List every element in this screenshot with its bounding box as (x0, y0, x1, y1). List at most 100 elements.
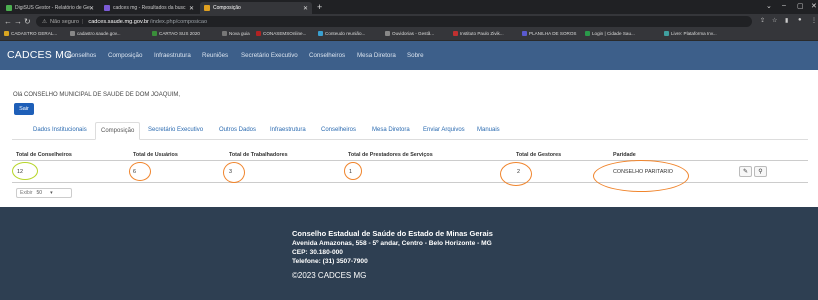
new-tab-icon[interactable]: + (317, 2, 322, 12)
bookmark-label: cadastro.saude.gov... (77, 31, 121, 36)
bookmark-label: CARTAO SUS 2020 (159, 31, 200, 36)
nav-link-secretario[interactable]: Secretário Executivo (241, 52, 298, 59)
window-close-icon[interactable]: ✕ (811, 2, 817, 10)
edit-icon: ✎ (742, 169, 749, 175)
table-row-divider (12, 182, 808, 183)
column-header-usuarios: Total de Usuários (133, 152, 178, 158)
bookmark-label: CADASTRO GERAL... (11, 31, 58, 36)
tab-conselheiros[interactable]: Conselheiros (321, 127, 356, 133)
sidepanel-icon[interactable]: ▮ (785, 17, 788, 24)
address-bar: ← → ↻ ⚠ Não seguro | cadces.saude.mg.gov… (0, 14, 818, 29)
annotation-circle (129, 162, 151, 181)
edit-button[interactable]: ✎ (739, 166, 752, 177)
nav-link-mesa-diretora[interactable]: Mesa Diretora (357, 52, 396, 59)
tab-enviar-arquivos[interactable]: Enviar Arquivos (423, 127, 465, 133)
tab-infraestrutura[interactable]: Infraestrutura (270, 127, 306, 133)
bookmark-item[interactable]: CONASEMSOnline... (256, 31, 306, 36)
page-size-value: 50 (36, 190, 43, 196)
bookmark-item[interactable]: Livre: Plataforma Inv... (664, 31, 717, 36)
menu-icon[interactable]: ⋮ (811, 17, 817, 24)
minimize-icon[interactable]: – (782, 2, 786, 9)
nav-link-reunioes[interactable]: Reuniões (202, 52, 228, 59)
tab-dados-institucionais[interactable]: Dados Institucionais (33, 127, 87, 133)
brand-logo[interactable]: CADCES MG (7, 49, 72, 61)
column-header-conselheiros: Total de Conselheiros (16, 152, 72, 158)
footer-cep: CEP: 30.180-000 (292, 249, 343, 256)
annotation-circle (344, 162, 362, 180)
browser-tab-digisus[interactable]: DigiSUS Gestor - Relatório de Ge ✕ (2, 2, 98, 14)
site-icon (256, 31, 261, 36)
nav-link-composicao[interactable]: Composição (108, 52, 142, 59)
bookmark-label: Livre: Plataforma Inv... (671, 31, 717, 36)
globe-icon (222, 31, 227, 36)
card-icon (152, 31, 157, 36)
page-favicon-icon (204, 5, 210, 11)
close-icon[interactable]: ✕ (303, 5, 308, 12)
bookmark-label: PLANILHA DE SOROS (529, 31, 577, 36)
warning-icon: ⚠ (42, 18, 48, 25)
bookmark-label: CONASEMSOnline... (263, 31, 307, 36)
star-icon[interactable]: ☆ (772, 17, 777, 24)
nav-link-conselhos[interactable]: Conselhos (67, 52, 96, 59)
tab-outros-dados[interactable]: Outros Dados (219, 127, 256, 133)
annotation-circle (223, 162, 245, 183)
logout-button[interactable]: Sair (14, 103, 34, 115)
bookmark-item[interactable]: CARTAO SUS 2020 (152, 31, 200, 36)
footer: Conselho Estadual de Saúde do Estado de … (0, 207, 818, 300)
bookmark-item[interactable]: Instituto Paulo Zivik... (453, 31, 504, 36)
browser-tab-title: cadces mg - Resultados da busc (113, 5, 186, 11)
url-field[interactable]: ⚠ Não seguro | cadces.saude.mg.gov.br /i… (36, 16, 752, 27)
bookmark-item[interactable]: PLANILHA DE SOROS (522, 31, 577, 36)
footer-title: Conselho Estadual de Saúde do Estado de … (292, 229, 493, 238)
bookmark-label: Instituto Paulo Zivik... (460, 31, 504, 36)
tab-manuais[interactable]: Manuais (477, 127, 500, 133)
close-icon[interactable]: ✕ (189, 5, 194, 12)
bookmark-label: Nova guia (229, 31, 250, 36)
chevron-down-icon[interactable]: ⌄ (766, 2, 772, 10)
bookmark-item[interactable]: Nova guia (222, 31, 250, 36)
site-icon (453, 31, 458, 36)
back-icon[interactable]: ← (4, 16, 12, 27)
bookmark-label: Ouvidorias - Gestã... (392, 31, 435, 36)
globe-icon (385, 31, 390, 36)
column-header-paridade: Paridade (613, 152, 636, 158)
app-navbar: CADCES MG Conselhos Composição Infraestr… (0, 41, 818, 70)
profile-icon[interactable]: ● (798, 17, 802, 23)
share-icon[interactable]: ⇪ (760, 17, 765, 24)
view-button[interactable]: ⚲ (754, 166, 767, 177)
drive-icon (318, 31, 323, 36)
search-result-icon (104, 5, 110, 11)
digisus-icon (6, 5, 12, 11)
footer-address: Avenida Amazonas, 558 - 5º andar, Centro… (292, 240, 492, 247)
column-header-trabalhadores: Total de Trabalhadores (229, 152, 288, 158)
globe-icon (70, 31, 75, 36)
annotation-circle (593, 160, 689, 192)
close-icon[interactable]: ✕ (89, 5, 94, 12)
tab-composicao[interactable]: Composição (95, 122, 141, 140)
sheet-icon (522, 31, 527, 36)
nav-link-sobre[interactable]: Sobre (407, 52, 424, 59)
bookmark-item[interactable]: CADASTRO GERAL... (4, 31, 57, 36)
browser-tab-composicao[interactable]: Composição ✕ (200, 2, 312, 14)
tab-mesa-diretora[interactable]: Mesa Diretora (372, 127, 410, 133)
footer-copyright: ©2023 CADCES MG (292, 271, 367, 280)
nav-link-conselheiros[interactable]: Conselheiros (309, 52, 345, 59)
column-header-prestadores: Total de Prestadores de Serviços (348, 152, 433, 158)
page-size-select[interactable]: Exibir 50 ▾ (16, 188, 72, 198)
forward-icon[interactable]: → (14, 16, 22, 27)
bookmark-item[interactable]: Ouvidorias - Gestã... (385, 31, 434, 36)
browser-tab-search[interactable]: cadces mg - Resultados da busc ✕ (100, 2, 198, 14)
table-header-divider (12, 160, 808, 161)
bookmark-item[interactable]: cadastro.saude.gov... (70, 31, 121, 36)
footer-phone: Telefone: (31) 3507-7900 (292, 258, 368, 265)
search-icon: ⚲ (758, 169, 763, 175)
security-status: Não seguro (50, 18, 79, 25)
bookmark-item[interactable]: Conteudo reunião... (318, 31, 365, 36)
url-host: cadces.saude.mg.gov.br (88, 18, 149, 25)
nav-link-infraestrutura[interactable]: Infraestrutura (154, 52, 191, 59)
tab-secretario-executivo[interactable]: Secretário Executivo (148, 127, 203, 133)
restore-icon[interactable]: ▢ (797, 2, 804, 10)
bookmark-item[interactable]: Login | Cidade Sau... (585, 31, 635, 36)
reload-icon[interactable]: ↻ (24, 16, 31, 27)
column-header-gestores: Total de Gestores (516, 152, 562, 158)
